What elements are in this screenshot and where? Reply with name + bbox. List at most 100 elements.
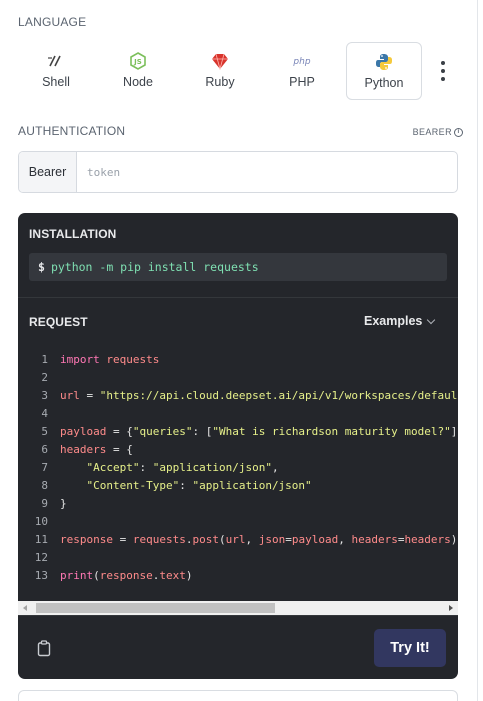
code-line: 6 headers = { xyxy=(18,441,458,459)
prompt-symbol: $ xyxy=(38,260,45,274)
code-token: response xyxy=(60,533,113,546)
language-option-php[interactable]: php PHP xyxy=(264,42,340,100)
code-line: 3 url = "https://api.cloud.deepset.ai/api… xyxy=(18,387,458,405)
code-token: url xyxy=(60,389,80,402)
installation-title: INSTALLATION xyxy=(29,227,117,241)
code-line: 8 "Content-Type": "application/json" xyxy=(18,477,458,495)
footer-divider xyxy=(18,615,458,616)
scrollbar-thumb[interactable] xyxy=(36,603,275,613)
clipboard-icon[interactable] xyxy=(37,640,51,657)
code-token: } xyxy=(60,497,67,510)
auth-prefix-label: Bearer xyxy=(19,152,77,192)
examples-dropdown[interactable]: Examples xyxy=(364,314,436,328)
code-token: "application/json" xyxy=(152,461,272,474)
language-option-python[interactable]: Python xyxy=(346,42,422,100)
code-line-text: print(response.text) xyxy=(48,567,192,585)
install-command[interactable]: $ python -m pip install requests xyxy=(29,253,447,281)
code-line: 9} xyxy=(18,495,458,513)
language-option-ruby[interactable]: Ruby xyxy=(182,42,258,100)
code-token: post xyxy=(192,533,219,546)
auth-token-field: Bearer xyxy=(18,151,458,193)
code-token: "Accept" xyxy=(86,461,140,474)
code-token: ) xyxy=(450,533,458,546)
code-token: = { xyxy=(106,425,133,438)
info-icon: i xyxy=(454,127,463,137)
horizontal-scrollbar[interactable] xyxy=(18,601,458,615)
code-panel: INSTALLATION $ python -m pip install requ… xyxy=(18,213,458,679)
line-number: 12 xyxy=(34,551,48,564)
code-line-text: url = "https://api.cloud.deepset.ai/api/… xyxy=(48,387,458,405)
bearer-hint-label: BEARER xyxy=(412,127,452,137)
code-token: "queries" xyxy=(132,425,193,438)
more-vertical-icon[interactable] xyxy=(438,56,448,86)
line-number: 1 xyxy=(41,353,48,366)
code-line: 1 import requests xyxy=(18,351,458,369)
request-title: REQUEST xyxy=(29,315,88,329)
code-token: , xyxy=(338,533,352,546)
code-token: = xyxy=(112,533,133,546)
try-it-button[interactable]: Try It! xyxy=(374,629,446,667)
code-token: json xyxy=(258,533,286,546)
code-token: : xyxy=(179,479,193,492)
language-option-shell[interactable]: Shell xyxy=(18,42,94,100)
code-token: ( xyxy=(218,533,226,546)
code-token: "What is richardson maturity model?" xyxy=(212,425,451,438)
code-line: 5 payload = {"queries": ["What is richard… xyxy=(18,423,458,441)
line-number: 2 xyxy=(41,371,48,384)
code-line: 2 xyxy=(18,369,458,387)
examples-label: Examples xyxy=(364,314,423,328)
line-number: 13 xyxy=(34,569,48,582)
section-divider xyxy=(18,297,458,298)
code-line-text: "Accept": "application/json", xyxy=(48,459,279,477)
line-number: 3 xyxy=(41,389,48,402)
install-command-text: python -m pip install requests xyxy=(50,260,259,274)
language-selector: Shell JS Node Ruby php PHP Python xyxy=(18,42,458,100)
code-line-text: response = requests.post(url, json=paylo… xyxy=(48,531,457,549)
node-icon: JS xyxy=(130,51,146,71)
code-token: payload xyxy=(291,533,339,546)
line-number: 8 xyxy=(41,479,48,492)
python-icon xyxy=(375,52,393,72)
code-token: headers xyxy=(351,533,398,546)
token-input[interactable] xyxy=(77,152,457,192)
code-line: 13 print(response.text) xyxy=(18,567,458,585)
line-number: 5 xyxy=(41,425,48,438)
next-card xyxy=(18,690,458,701)
line-number: 9 xyxy=(41,497,48,510)
code-block: 1 import requests 2 3 url = "https://api.clo… xyxy=(18,351,458,599)
ruby-icon xyxy=(211,51,229,71)
bearer-scheme-hint[interactable]: BEARER i xyxy=(413,127,463,137)
language-option-label: Shell xyxy=(42,75,70,89)
page-right-border xyxy=(477,0,478,701)
code-token: import xyxy=(60,353,100,366)
language-option-label: PHP xyxy=(289,75,315,89)
shell-icon xyxy=(47,51,65,71)
code-line-text: } xyxy=(48,495,67,513)
scroll-right-icon[interactable] xyxy=(449,605,453,611)
code-line: 7 "Accept": "application/json", xyxy=(18,459,458,477)
code-token: "application/json" xyxy=(192,479,312,492)
php-icon: php xyxy=(291,51,313,71)
code-token: "Content-Type" xyxy=(86,479,180,492)
code-token: = xyxy=(285,533,292,546)
scroll-left-icon[interactable] xyxy=(23,605,27,611)
code-line: 10 xyxy=(18,513,458,531)
language-option-label: Node xyxy=(123,75,153,89)
code-token: : xyxy=(139,461,153,474)
code-token: url xyxy=(225,533,246,546)
language-option-node[interactable]: JS Node xyxy=(100,42,176,100)
language-option-label: Ruby xyxy=(205,75,235,89)
code-line: 4 xyxy=(18,405,458,423)
code-token: requests xyxy=(106,353,160,366)
code-token: ) xyxy=(185,569,193,582)
line-number: 7 xyxy=(41,461,48,474)
code-token: payload xyxy=(60,425,107,438)
language-option-label: Python xyxy=(364,76,404,90)
code-line-text: payload = {"queries": ["What is richards… xyxy=(48,423,458,441)
line-number: 6 xyxy=(41,443,48,456)
